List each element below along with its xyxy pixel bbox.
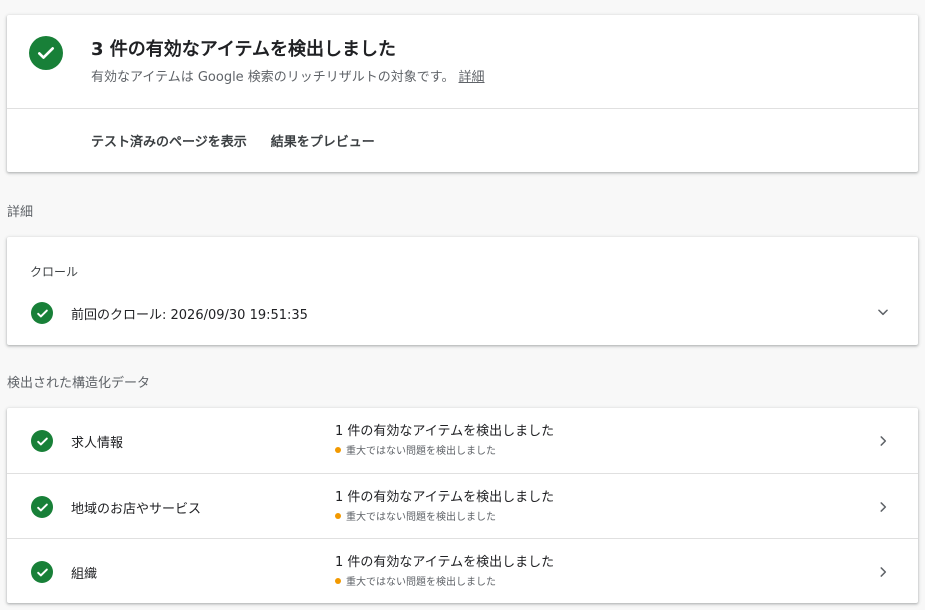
chevron-down-icon[interactable] [876, 304, 890, 323]
last-crawl-text: 前回のクロール: 2026/09/30 19:51:35 [71, 308, 308, 323]
summary-actions: テスト済みのページを表示 結果をプレビュー [91, 131, 375, 150]
details-link[interactable]: 詳細 [459, 70, 485, 85]
structured-data-row-job-posting[interactable]: 求人情報 1 件の有効なアイテムを検出しました 重大ではない問題を検出しました [7, 408, 918, 473]
preview-results-button[interactable]: 結果をプレビュー [271, 131, 375, 150]
warning-dot-icon [335, 577, 341, 584]
structured-data-warning: 重大ではない問題を検出しました [335, 442, 496, 457]
structured-data-status: 1 件の有効なアイテムを検出しました [335, 490, 555, 505]
structured-data-status: 1 件の有効なアイテムを検出しました [335, 555, 555, 570]
chevron-right-icon[interactable] [876, 564, 890, 583]
structured-data-warning: 重大ではない問題を検出しました [335, 573, 496, 588]
summary-subtitle-text: 有効なアイテムは Google 検索のリッチリザルトの対象です。 [91, 70, 455, 85]
view-tested-page-button[interactable]: テスト済みのページを表示 [91, 131, 247, 150]
structured-data-card: 求人情報 1 件の有効なアイテムを検出しました 重大ではない問題を検出しました … [7, 408, 918, 603]
warning-dot-icon [335, 512, 341, 519]
crawl-card[interactable]: クロール 前回のクロール: 2026/09/30 19:51:35 [7, 237, 918, 345]
warning-text: 重大ではない問題を検出しました [346, 512, 496, 523]
check-circle-icon [29, 36, 63, 70]
divider [7, 108, 918, 109]
structured-data-name: 地域のお店やサービス [71, 502, 202, 517]
check-circle-icon [31, 302, 53, 324]
structured-data-warning: 重大ではない問題を検出しました [335, 508, 496, 523]
check-circle-icon [31, 430, 53, 452]
summary-title: 3 件の有効なアイテムを検出しました [91, 39, 396, 60]
crawl-label: クロール [30, 265, 79, 279]
summary-subtitle: 有効なアイテムは Google 検索のリッチリザルトの対象です。 詳細 [91, 66, 485, 85]
structured-data-name: 求人情報 [71, 436, 124, 451]
structured-data-row-local-business[interactable]: 地域のお店やサービス 1 件の有効なアイテムを検出しました 重大ではない問題を検… [7, 473, 918, 538]
warning-text: 重大ではない問題を検出しました [346, 446, 496, 457]
check-circle-icon [31, 496, 53, 518]
structured-data-row-organization[interactable]: 組織 1 件の有効なアイテムを検出しました 重大ではない問題を検出しました [7, 538, 918, 603]
chevron-right-icon[interactable] [876, 499, 890, 518]
details-section-label: 詳細 [7, 205, 34, 220]
structured-data-status: 1 件の有効なアイテムを検出しました [335, 424, 555, 439]
warning-text: 重大ではない問題を検出しました [346, 577, 496, 588]
check-circle-icon [31, 561, 53, 583]
summary-card: 3 件の有効なアイテムを検出しました 有効なアイテムは Google 検索のリッ… [7, 15, 918, 172]
warning-dot-icon [335, 446, 341, 453]
structured-data-name: 組織 [71, 567, 98, 582]
structured-data-section-label: 検出された構造化データ [7, 376, 151, 391]
chevron-right-icon[interactable] [876, 433, 890, 452]
